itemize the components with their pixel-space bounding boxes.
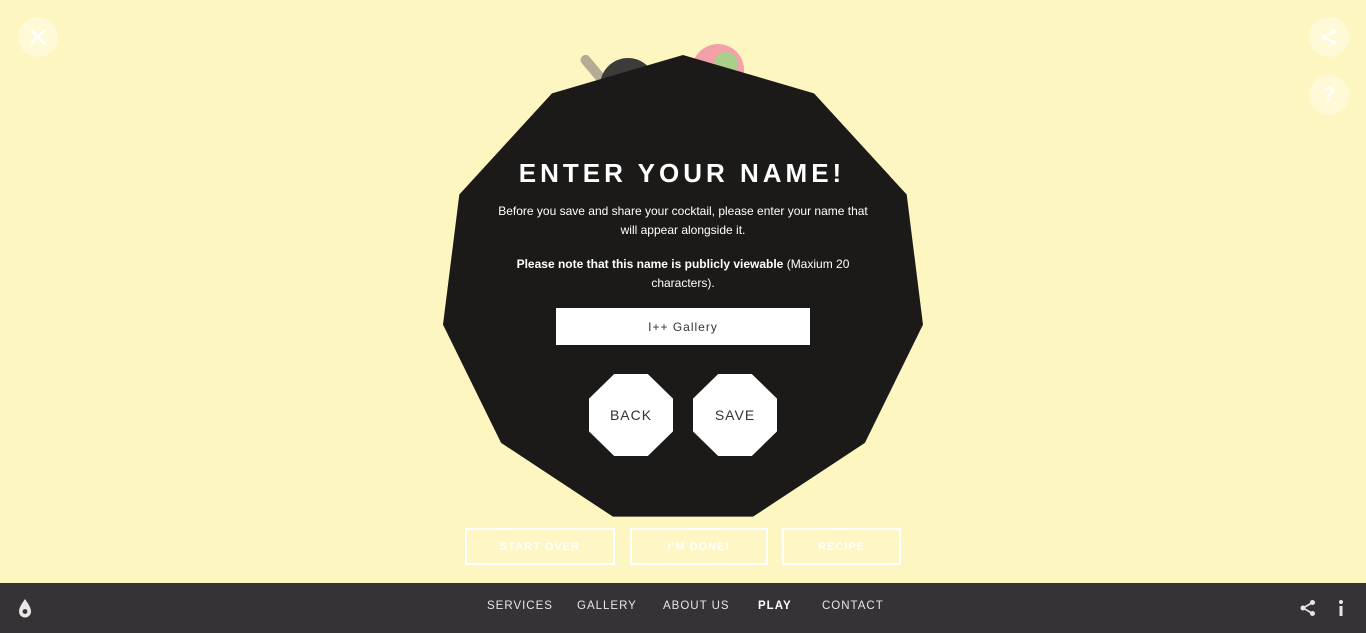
help-icon: ? bbox=[1322, 84, 1336, 106]
nav-link-gallery[interactable]: GALLERY bbox=[577, 600, 637, 612]
modal-note: Please note that this name is publicly v… bbox=[493, 255, 873, 293]
close-icon bbox=[30, 29, 46, 45]
done-button[interactable]: I'M DONE! bbox=[630, 528, 768, 565]
help-button[interactable]: ? bbox=[1309, 75, 1349, 115]
start-over-button[interactable]: START OVER bbox=[465, 528, 615, 565]
save-button[interactable]: SAVE bbox=[693, 374, 777, 456]
nav-link-play[interactable]: PLAY bbox=[758, 600, 792, 612]
modal-title: ENTER YOUR NAME! bbox=[518, 158, 846, 188]
footer-bar: SERVICES GALLERY ABOUT US PLAY CONTACT bbox=[0, 583, 1366, 633]
share-icon[interactable] bbox=[1299, 599, 1317, 622]
nav-link-services[interactable]: SERVICES bbox=[487, 600, 553, 612]
nav-link-contact[interactable]: CONTACT bbox=[822, 600, 884, 612]
footer-nav: SERVICES GALLERY ABOUT US PLAY CONTACT bbox=[0, 583, 1366, 631]
modal-note-bold: Please note that this name is publicly v… bbox=[516, 257, 784, 271]
close-button[interactable] bbox=[18, 17, 58, 57]
share-icon bbox=[1320, 28, 1338, 46]
share-button[interactable] bbox=[1309, 17, 1349, 57]
nav-link-about-us[interactable]: ABOUT US bbox=[663, 600, 730, 612]
modal-instructions: Before you save and share your cocktail,… bbox=[498, 204, 868, 237]
info-icon[interactable] bbox=[1336, 599, 1346, 622]
name-modal-content: ENTER YOUR NAME! Before you save and sha… bbox=[443, 55, 923, 528]
recipe-button[interactable]: RECIPE bbox=[782, 528, 901, 565]
name-input[interactable] bbox=[556, 308, 810, 345]
back-button[interactable]: BACK bbox=[589, 374, 673, 456]
